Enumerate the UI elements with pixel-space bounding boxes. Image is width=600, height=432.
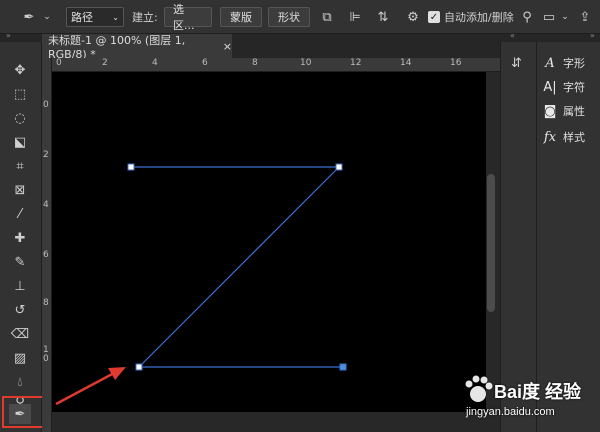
anchor-point[interactable] [335,163,343,171]
panel-styles[interactable]: fx 样式 [543,126,600,148]
panel-label: 字符 [563,81,585,94]
panel-properties[interactable]: ◙ 属性 [543,100,600,122]
anchor-point-selected[interactable] [339,363,347,371]
layers-icon[interactable]: ⇵ [511,56,522,71]
anchor-point[interactable] [127,163,135,171]
arrow-shaft [55,370,117,406]
annotation-arrow [55,367,126,406]
fx-styles-icon: fx [543,129,557,145]
properties-icon: ◙ [543,103,557,119]
watermark-brand: Bai度 经验 [494,382,582,402]
character-icon: A| [543,79,557,95]
watermark-url: jingyan.baidu.com [466,406,555,418]
anchor-point[interactable] [135,363,143,371]
path-segment-diagonal [138,166,340,368]
baidu-watermark: Bai度 经验 jingyan.baidu.com [458,372,600,432]
paw-icon [465,375,493,402]
panel-character[interactable]: A| 字符 [543,76,600,98]
z-path [127,163,347,371]
panel-glyphs[interactable]: A 字形 [543,52,600,74]
glyph-icon: A [545,55,555,71]
panel-label: 属性 [563,105,585,118]
panel-label: 字形 [563,57,585,70]
panel-label: 样式 [563,131,585,144]
